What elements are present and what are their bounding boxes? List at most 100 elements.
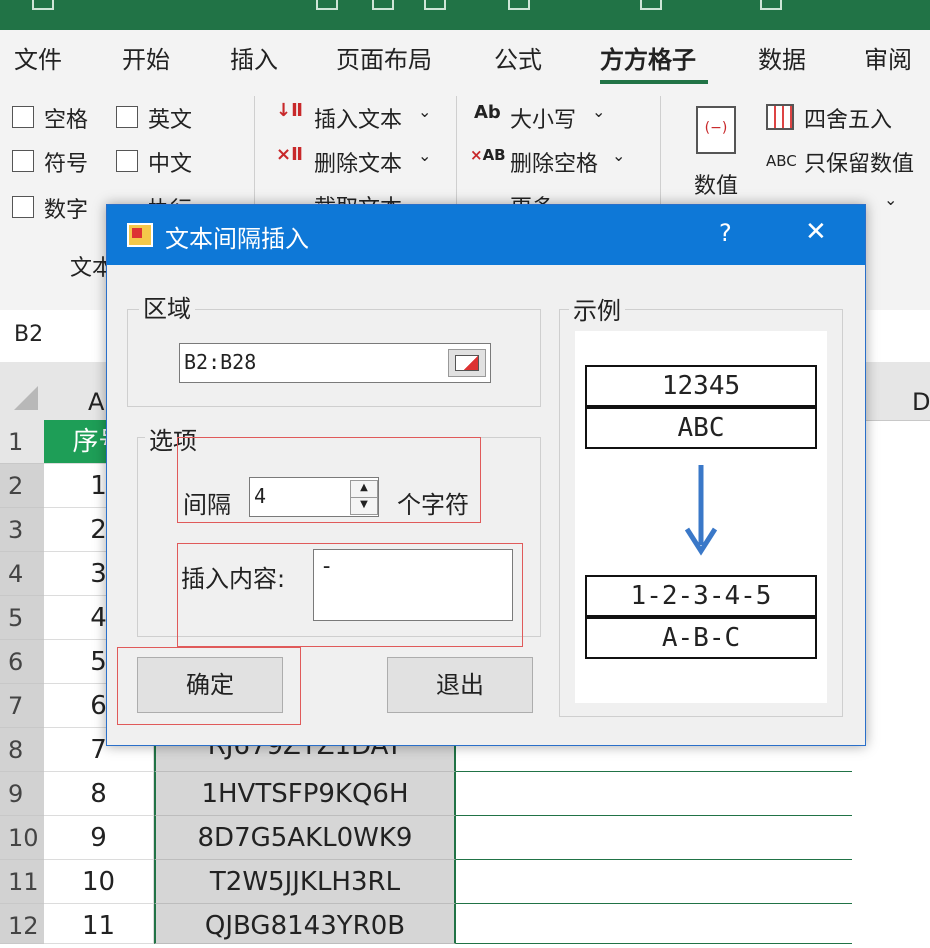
select-all-icon[interactable]: [14, 386, 38, 410]
column-header-d[interactable]: D: [912, 388, 930, 416]
table-cell[interactable]: [456, 816, 852, 860]
checkbox-chinese[interactable]: [116, 150, 138, 172]
tab-data[interactable]: 数据: [758, 40, 806, 75]
checkbox-number[interactable]: [12, 196, 34, 218]
delete-text-button[interactable]: 删除文本: [314, 146, 402, 178]
column-header-a[interactable]: A: [88, 388, 104, 416]
region-input[interactable]: B2:B28: [179, 343, 491, 383]
layout-icon[interactable]: [508, 0, 530, 10]
name-box[interactable]: B2: [14, 322, 43, 347]
checkbox-space[interactable]: [12, 106, 34, 128]
table-cell[interactable]: 9: [44, 816, 154, 860]
tab-insert[interactable]: 插入: [230, 40, 278, 75]
row-header[interactable]: 8: [0, 728, 44, 772]
chevron-down-icon[interactable]: ⌄: [612, 146, 625, 165]
stepper-up-icon[interactable]: ▲: [350, 480, 378, 498]
region-value: B2:B28: [184, 350, 257, 374]
row-header[interactable]: 6: [0, 640, 44, 684]
checkbox-english[interactable]: [116, 106, 138, 128]
grid-icon-2[interactable]: [424, 0, 446, 10]
tab-page-layout[interactable]: 页面布局: [336, 40, 432, 75]
dialog-title: 文本间隔插入: [165, 225, 309, 253]
chevron-down-icon[interactable]: ⌄: [418, 146, 431, 165]
ribbon-tabs: 文件 开始 插入 页面布局 公式 方方格子 数据 审阅: [0, 30, 930, 86]
example-before-1: 12345: [585, 365, 817, 407]
tab-file[interactable]: 文件: [14, 40, 62, 75]
case-icon: Ab: [474, 102, 501, 123]
table-icon[interactable]: [316, 0, 338, 10]
tab-fangfang[interactable]: 方方格子: [600, 40, 696, 75]
interval-stepper[interactable]: 4 ▲ ▼: [249, 477, 379, 517]
example-after-1: 1-2-3-4-5: [585, 575, 817, 617]
region-label: 区域: [139, 289, 195, 324]
tab-formulas[interactable]: 公式: [494, 40, 542, 75]
case-button[interactable]: 大小写: [510, 102, 576, 134]
example-before-2: ABC: [585, 407, 817, 449]
chevron-down-icon[interactable]: ⌄: [418, 102, 431, 121]
value-icon: (−): [696, 106, 736, 154]
keep-value-icon: ABC: [766, 152, 797, 170]
ok-button[interactable]: 确定: [137, 657, 283, 713]
row-header[interactable]: 7: [0, 684, 44, 728]
example-label: 示例: [569, 291, 625, 326]
row-header[interactable]: 12: [0, 904, 44, 944]
insert-content-label: 插入内容:: [181, 565, 286, 593]
value-button[interactable]: 数值: [694, 168, 738, 200]
checkbox-symbol[interactable]: [12, 150, 34, 172]
text-interval-insert-dialog: 文本间隔插入 ? ✕ 区域 B2:B28 选项 间隔 4 ▲ ▼ 个字符 插入内…: [106, 204, 866, 746]
chevron-down-icon[interactable]: ⌄: [884, 190, 897, 209]
interval-label: 间隔: [183, 491, 231, 519]
arrow-down-icon: [684, 465, 718, 556]
table-cell[interactable]: [456, 904, 852, 944]
round-button[interactable]: 四舍五入: [804, 102, 892, 134]
table-cell[interactable]: 8: [44, 772, 154, 816]
tab-review[interactable]: 审阅: [864, 40, 912, 75]
help-icon[interactable]: ?: [719, 219, 732, 247]
active-tab-indicator: [600, 80, 708, 84]
checkbox-symbol-label: 符号: [44, 152, 89, 177]
row-header[interactable]: 5: [0, 596, 44, 640]
delete-spaces-button[interactable]: 删除空格: [510, 146, 598, 178]
table-cell[interactable]: [456, 860, 852, 904]
interval-value: 4: [254, 484, 267, 508]
keep-value-button[interactable]: 只保留数值: [804, 146, 914, 178]
table-cell[interactable]: [456, 772, 852, 816]
insert-text-button[interactable]: 插入文本: [314, 102, 402, 134]
row-header[interactable]: 11: [0, 860, 44, 904]
insert-content-input[interactable]: -: [313, 549, 513, 621]
row-header[interactable]: 2: [0, 464, 44, 508]
save-icon[interactable]: [32, 0, 54, 10]
table-cell[interactable]: 10: [44, 860, 154, 904]
round-icon: [766, 104, 794, 130]
table-cell[interactable]: QJBG8143YR0B: [154, 904, 456, 944]
delete-spaces-icon: ×AB: [470, 146, 506, 164]
stepper-down-icon[interactable]: ▼: [350, 497, 378, 515]
interval-unit: 个字符: [397, 491, 469, 519]
delete-text-icon: ×Ⅱ: [276, 144, 303, 165]
row-header[interactable]: 9: [0, 772, 44, 816]
close-icon[interactable]: ✕: [805, 217, 827, 247]
insert-text-icon: ↓Ⅱ: [276, 100, 303, 121]
range-select-icon[interactable]: [448, 349, 486, 377]
table-cell[interactable]: 8D7G5AKL0WK9: [154, 816, 456, 860]
row-header[interactable]: 10: [0, 816, 44, 860]
row-header[interactable]: 1: [0, 420, 44, 464]
example-after-2: A-B-C: [585, 617, 817, 659]
table-cell[interactable]: T2W5JJKLH3RL: [154, 860, 456, 904]
checkbox-number-label: 数字: [44, 198, 89, 223]
tab-home[interactable]: 开始: [122, 40, 170, 75]
checkbox-space-label: 空格: [44, 108, 89, 133]
exit-button[interactable]: 退出: [387, 657, 533, 713]
table-cell[interactable]: 1HVTSFP9KQ6H: [154, 772, 456, 816]
doc-icon[interactable]: [760, 0, 782, 10]
row-header[interactable]: 3: [0, 508, 44, 552]
chevron-down-icon[interactable]: ⌄: [592, 102, 605, 121]
checkbox-chinese-label: 中文: [148, 152, 193, 177]
grid-icon[interactable]: [372, 0, 394, 10]
insert-content-value: -: [320, 554, 334, 579]
shape-icon[interactable]: [640, 0, 662, 10]
dialog-title-bar[interactable]: 文本间隔插入 ? ✕: [107, 205, 865, 265]
table-cell[interactable]: 11: [44, 904, 154, 944]
quick-access-toolbar: [0, 0, 930, 30]
row-header[interactable]: 4: [0, 552, 44, 596]
